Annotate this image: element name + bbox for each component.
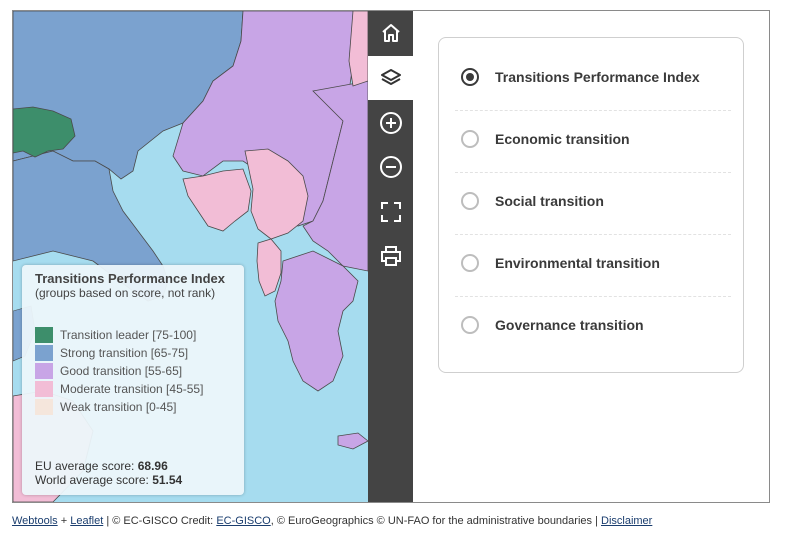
footer-credit-prefix: | © EC-GISCO Credit: [106,515,214,527]
legend-title: Transitions Performance Index [35,271,226,286]
layer-option-label: Social transition [495,193,604,209]
layer-option-environmental-transition[interactable]: Environmental transition [461,243,731,283]
footer-plus: + [60,515,68,527]
layer-selection-panel: Transitions Performance Index Economic t… [438,37,744,373]
zoom-out-button[interactable] [368,145,413,189]
zoom-out-icon [379,156,402,178]
radio-unselected[interactable] [461,254,479,272]
radio-unselected[interactable] [461,192,479,210]
legend-swatch [35,381,53,397]
footer-credit-suffix: , © EuroGeographics © UN-FAO for the adm… [270,515,598,527]
radio-unselected[interactable] [461,316,479,334]
attribution-footer: Webtools + Leaflet | © EC-GISCO Credit: … [12,515,652,527]
layers-icon [380,69,401,85]
layer-option-label: Environmental transition [495,255,660,271]
radio-unselected[interactable] [461,130,479,148]
legend-item: Good transition [55-65] [35,363,182,379]
legend-label: Transition leader [75-100] [60,328,197,342]
region-moderate-northeast[interactable] [348,11,368,87]
legend-swatch [35,327,53,343]
divider [455,172,731,173]
radio-selected[interactable] [461,68,479,86]
eu-average-label: EU average score: [35,459,135,473]
legend-swatch [35,363,53,379]
disclaimer-link[interactable]: Disclaimer [601,515,652,527]
divider [455,296,731,297]
legend-item: Strong transition [65-75] [35,345,188,361]
home-icon [381,24,400,42]
print-button[interactable] [368,234,413,278]
zoom-in-icon [379,112,402,134]
ec-gisco-link[interactable]: EC-GISCO [216,515,270,527]
eu-average-value: 68.96 [137,459,168,473]
legend-label: Good transition [55-65] [60,364,183,378]
eu-average: EU average score: 68.96 [35,459,168,473]
leaflet-link[interactable]: Leaflet [70,515,103,527]
divider [455,234,731,235]
map-legend: Transitions Performance Index (groups ba… [22,265,244,495]
world-average-value: 51.54 [152,473,183,487]
legend-item: Weak transition [0-45] [35,399,177,415]
map-widget: Transitions Performance Index (groups ba… [12,10,770,503]
layer-option-label: Economic transition [495,131,630,147]
fullscreen-icon [380,202,401,222]
layer-option-governance-transition[interactable]: Governance transition [461,305,731,345]
legend-subtitle: (groups based on score, not rank) [35,286,216,300]
print-icon [380,246,401,266]
home-button[interactable] [368,11,413,55]
legend-label: Weak transition [0-45] [60,400,177,414]
layer-option-economic-transition[interactable]: Economic transition [461,119,731,159]
world-average-label: World average score: [35,473,149,487]
layer-option-label: Governance transition [495,317,644,333]
legend-item: Moderate transition [45-55] [35,381,203,397]
legend-label: Moderate transition [45-55] [60,382,204,396]
layer-option-transitions-performance-index[interactable]: Transitions Performance Index [461,57,731,97]
layer-option-label: Transitions Performance Index [495,69,700,85]
legend-label: Strong transition [65-75] [60,346,189,360]
legend-item: Transition leader [75-100] [35,327,196,343]
map-toolbar [368,11,413,502]
fullscreen-button[interactable] [368,190,413,234]
layers-button[interactable] [368,56,413,100]
layer-option-social-transition[interactable]: Social transition [461,181,731,221]
legend-swatch [35,399,53,415]
legend-swatch [35,345,53,361]
map-view[interactable]: Transitions Performance Index (groups ba… [13,11,368,502]
divider [455,110,731,111]
world-average: World average score: 51.54 [35,473,182,487]
zoom-in-button[interactable] [368,101,413,145]
webtools-link[interactable]: Webtools [12,515,58,527]
